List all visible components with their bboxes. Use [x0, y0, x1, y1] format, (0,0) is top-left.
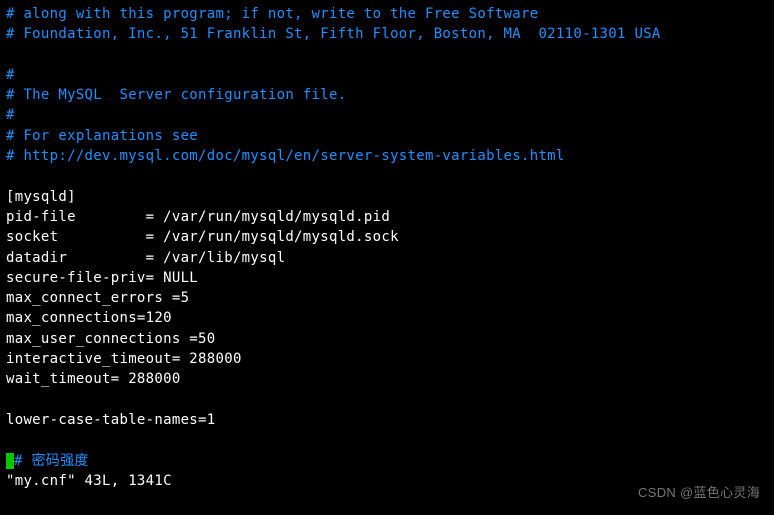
comment-line: # http://dev.mysql.com/doc/mysql/en/serv… — [6, 148, 565, 164]
config-line-lower-case-table-names: lower-case-table-names=1 — [6, 412, 216, 428]
comment-line: # — [6, 67, 15, 83]
comment-line: # along with this program; if not, write… — [6, 6, 538, 22]
config-line-pid-file: pid-file = /var/run/mysqld/mysqld.pid — [6, 209, 390, 225]
config-line-max-connections: max_connections=120 — [6, 310, 172, 326]
comment-line: # The MySQL Server configuration file. — [6, 87, 346, 103]
comment-line: # — [6, 107, 15, 123]
config-section: [mysqld] — [6, 189, 76, 205]
terminal-editor[interactable]: # along with this program; if not, write… — [6, 4, 768, 491]
comment-line: # Foundation, Inc., 51 Franklin St, Fift… — [6, 26, 661, 42]
config-line-wait-timeout: wait_timeout= 288000 — [6, 371, 181, 387]
config-line-max-user-connections: max_user_connections =50 — [6, 331, 216, 347]
config-line-max-connect-errors: max_connect_errors =5 — [6, 290, 189, 306]
comment-line: # For explanations see — [6, 128, 198, 144]
cursor — [6, 453, 14, 469]
config-line-interactive-timeout: interactive_timeout= 288000 — [6, 351, 242, 367]
comment-line-password: # 密码强度 — [14, 453, 89, 469]
config-line-secure-file-priv: secure-file-priv= NULL — [6, 270, 198, 286]
vim-status-line: "my.cnf" 43L, 1341C — [6, 473, 172, 489]
config-line-socket: socket = /var/run/mysqld/mysqld.sock — [6, 229, 399, 245]
config-line-datadir: datadir = /var/lib/mysql — [6, 250, 285, 266]
